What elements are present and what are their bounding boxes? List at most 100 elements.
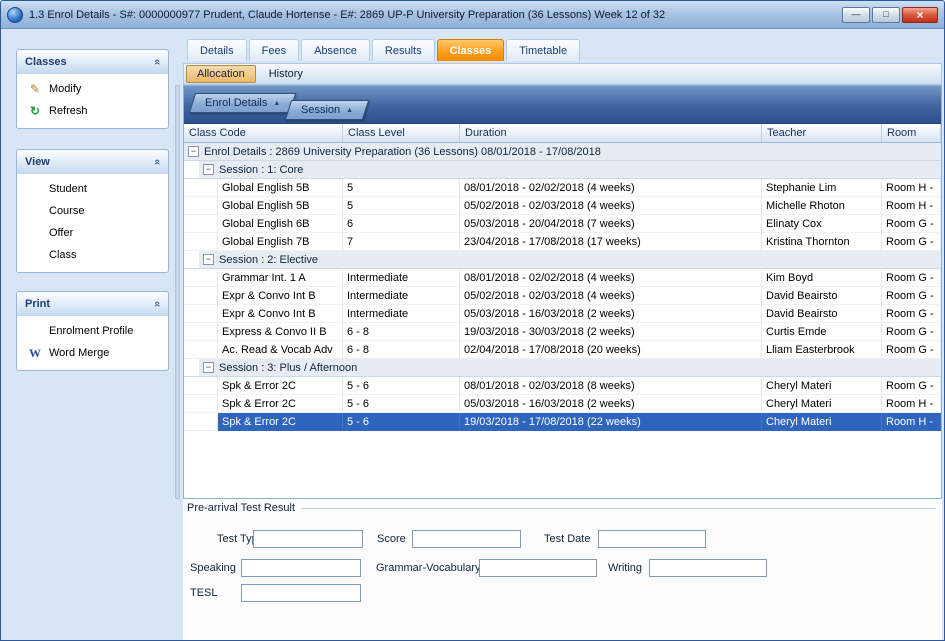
group-content: −Enrol Details : 2869 University Prepara… <box>184 143 941 160</box>
column-header-teacher[interactable]: Teacher <box>762 124 882 142</box>
grid-row[interactable]: Global English 5B505/02/2018 - 02/03/201… <box>184 197 941 215</box>
group-row-level-1[interactable]: −Session : 2: Elective <box>184 251 941 269</box>
grid-row[interactable]: Ac. Read & Vocab Adv6 - 802/04/2018 - 17… <box>184 341 941 359</box>
tab-details[interactable]: Details <box>187 39 247 61</box>
cell-class-level: 5 <box>343 179 460 197</box>
sidebar-item-offer[interactable]: Offer <box>17 222 168 244</box>
test-date-input[interactable] <box>598 530 706 548</box>
cell-duration: 08/01/2018 - 02/03/2018 (8 weeks) <box>460 377 762 395</box>
tab-classes[interactable]: Classes <box>437 39 505 61</box>
cell-class-level: Intermediate <box>343 287 460 305</box>
window-controls: — □ × <box>842 7 938 23</box>
collapse-chevron-icon[interactable]: « <box>151 58 163 64</box>
collapse-chevron-icon[interactable]: « <box>151 300 163 306</box>
cell-class-level: 5 - 6 <box>343 377 460 395</box>
maximize-button[interactable]: □ <box>872 7 900 23</box>
row-indent <box>184 395 218 413</box>
collapse-chevron-icon[interactable]: « <box>151 158 163 164</box>
cell-room: Room H - <box>882 413 941 431</box>
tesl-input[interactable] <box>241 584 361 602</box>
groupby-field-enrol-details[interactable]: Enrol Details ▲ <box>189 93 297 113</box>
refresh-icon: ↻ <box>27 104 43 118</box>
cell-class-code: Spk & Error 2C <box>218 377 343 395</box>
score-input[interactable] <box>412 530 521 548</box>
sidebar-item-label: Refresh <box>49 105 88 117</box>
collapse-box[interactable]: − <box>188 146 199 157</box>
cell-duration: 08/01/2018 - 02/02/2018 (4 weeks) <box>460 179 762 197</box>
splitter[interactable] <box>175 85 180 499</box>
grid-row[interactable]: Global English 5B508/01/2018 - 02/02/201… <box>184 179 941 197</box>
grid-row[interactable]: Spk & Error 2C5 - 605/03/2018 - 16/03/20… <box>184 395 941 413</box>
collapse-box[interactable]: − <box>203 164 214 175</box>
groupby-label: Session <box>301 104 340 116</box>
group-row-level-1[interactable]: −Session : 3: Plus / Afternoon <box>184 359 941 377</box>
grammar-vocabulary-input[interactable] <box>479 559 597 577</box>
cell-teacher: David Beairsto <box>762 287 882 305</box>
grid-row[interactable]: Spk & Error 2C5 - 608/01/2018 - 02/03/20… <box>184 377 941 395</box>
sidebar-item-label: Enrolment Profile <box>49 325 133 337</box>
column-header-room[interactable]: Room <box>882 124 941 142</box>
cell-duration: 19/03/2018 - 30/03/2018 (2 weeks) <box>460 323 762 341</box>
tab-fees[interactable]: Fees <box>249 39 299 61</box>
group-row-level-0[interactable]: −Enrol Details : 2869 University Prepara… <box>184 143 941 161</box>
sidebar-item-course[interactable]: Course <box>17 200 168 222</box>
group-indent <box>184 251 199 268</box>
sidebar-item-refresh[interactable]: ↻ Refresh <box>17 100 168 122</box>
grid-row[interactable]: Expr & Convo Int BIntermediate05/03/2018… <box>184 305 941 323</box>
sidebar-item-modify[interactable]: ✎Modify <box>17 78 168 100</box>
cell-teacher: Stephanie Lim <box>762 179 882 197</box>
writing-input[interactable] <box>649 559 767 577</box>
subtab-allocation[interactable]: Allocation <box>186 65 256 83</box>
tab-results[interactable]: Results <box>372 39 435 61</box>
cell-duration: 05/03/2018 - 20/04/2018 (7 weeks) <box>460 215 762 233</box>
row-indent <box>184 305 218 323</box>
subtab-history[interactable]: History <box>258 65 314 83</box>
groupbox-rule <box>301 508 936 509</box>
cell-class-code: Spk & Error 2C <box>218 413 343 431</box>
cell-room: Room G - <box>882 341 941 359</box>
panel-header-view[interactable]: View « <box>17 150 168 174</box>
cell-room: Room G - <box>882 269 941 287</box>
grid-row[interactable]: Expr & Convo Int BIntermediate05/02/2018… <box>184 287 941 305</box>
panel-header-classes[interactable]: Classes « <box>17 50 168 74</box>
cell-class-code: Express & Convo II B <box>218 323 343 341</box>
collapse-box[interactable]: − <box>203 254 214 265</box>
groupby-field-session[interactable]: Session ▲ <box>285 100 370 120</box>
collapse-box[interactable]: − <box>203 362 214 373</box>
sidebar-item-class[interactable]: Class <box>17 244 168 266</box>
speaking-input[interactable] <box>241 559 361 577</box>
cell-class-level: 5 - 6 <box>343 413 460 431</box>
tab-absence[interactable]: Absence <box>301 39 370 61</box>
minimize-button[interactable]: — <box>842 7 870 23</box>
grid-row[interactable]: Global English 6B605/03/2018 - 20/04/201… <box>184 215 941 233</box>
title-bar[interactable]: 1.3 Enrol Details - S#: 0000000977 Prude… <box>1 1 944 29</box>
column-header-class-code[interactable]: Class Code <box>184 124 343 142</box>
cell-class-level: 5 <box>343 197 460 215</box>
cell-room: Room H - <box>882 395 941 413</box>
cell-room: Room H - <box>882 197 941 215</box>
sidebar-item-label: Class <box>49 249 77 261</box>
column-header-duration[interactable]: Duration <box>460 124 762 142</box>
cell-room: Room G - <box>882 377 941 395</box>
grid-row-selected[interactable]: Spk & Error 2C5 - 619/03/2018 - 17/08/20… <box>184 413 941 431</box>
grid-row[interactable]: Global English 7B723/04/2018 - 17/08/201… <box>184 233 941 251</box>
group-label: Session : 3: Plus / Afternoon <box>219 362 357 374</box>
cell-class-code: Global English 7B <box>218 233 343 251</box>
row-indent <box>184 341 218 359</box>
sidebar-item-enrolment-profile[interactable]: Enrolment Profile <box>17 320 168 342</box>
grid-row[interactable]: Express & Convo II B6 - 819/03/2018 - 30… <box>184 323 941 341</box>
sort-asc-icon: ▲ <box>346 107 353 114</box>
sidebar-panel-view: View « StudentCourseOffer Class <box>16 149 169 273</box>
test-type-input[interactable] <box>253 530 363 548</box>
sidebar-item-word-merge[interactable]: WWord Merge <box>17 342 168 364</box>
panel-header-print[interactable]: Print « <box>17 292 168 316</box>
column-header-class-level[interactable]: Class Level <box>343 124 460 142</box>
cell-duration: 05/02/2018 - 02/03/2018 (4 weeks) <box>460 197 762 215</box>
close-button[interactable]: × <box>902 7 938 23</box>
group-label: Session : 2: Elective <box>219 254 318 266</box>
grid-row[interactable]: Grammar Int. 1 AIntermediate08/01/2018 -… <box>184 269 941 287</box>
tab-timetable[interactable]: Timetable <box>506 39 580 61</box>
group-row-level-1[interactable]: −Session : 1: Core <box>184 161 941 179</box>
group-by-bar[interactable]: Enrol Details ▲ Session ▲ <box>184 86 941 124</box>
sidebar-item-student[interactable]: Student <box>17 178 168 200</box>
